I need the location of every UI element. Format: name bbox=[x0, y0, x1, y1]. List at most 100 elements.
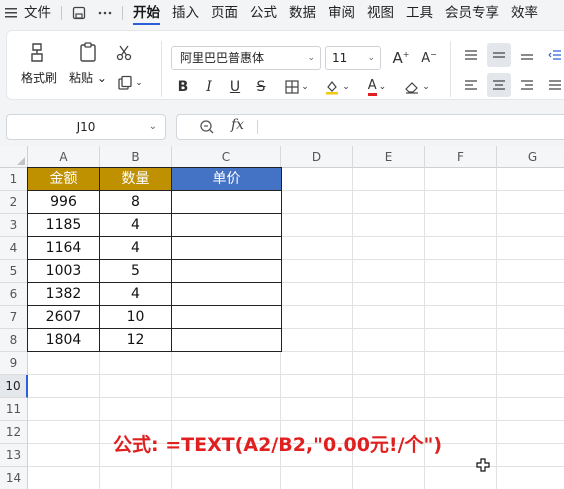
row-header-7[interactable]: 7 bbox=[0, 306, 28, 329]
hamburger-icon[interactable] bbox=[4, 0, 18, 26]
table-cell[interactable]: 2607 bbox=[28, 306, 100, 329]
row-header-11[interactable]: 11 bbox=[0, 398, 28, 421]
table-cell[interactable] bbox=[172, 283, 282, 306]
strikethrough-icon[interactable]: S bbox=[249, 75, 273, 99]
tab-insert[interactable]: 插入 bbox=[166, 0, 205, 26]
tab-efficiency[interactable]: 效率 bbox=[505, 0, 544, 26]
name-box[interactable]: J10 ⌄ bbox=[6, 114, 166, 140]
italic-icon[interactable]: I bbox=[197, 75, 221, 99]
menu-divider bbox=[122, 6, 123, 20]
copy-icon[interactable]: ⌄ bbox=[113, 71, 147, 95]
font-size-select[interactable]: 11 ⌄ bbox=[325, 46, 381, 70]
decrease-font-icon[interactable]: A − bbox=[417, 46, 441, 70]
formula-input[interactable]: fx bbox=[176, 114, 564, 140]
fill-color-icon[interactable]: ⌄ bbox=[321, 75, 353, 99]
table-cell[interactable]: 4 bbox=[100, 283, 172, 306]
select-all-corner[interactable] bbox=[0, 146, 28, 168]
table-cell[interactable]: 1185 bbox=[28, 214, 100, 237]
tab-formula[interactable]: 公式 bbox=[244, 0, 283, 26]
align-left-icon[interactable] bbox=[459, 73, 483, 97]
table-cell[interactable]: 1164 bbox=[28, 237, 100, 260]
row-header-10[interactable]: 10 bbox=[0, 375, 28, 398]
tab-data[interactable]: 数据 bbox=[283, 0, 322, 26]
row-header-4[interactable]: 4 bbox=[0, 237, 28, 260]
paste-text: 粘贴 bbox=[69, 71, 94, 85]
tab-member[interactable]: 会员专享 bbox=[439, 0, 505, 26]
row-header-12[interactable]: 12 bbox=[0, 421, 28, 444]
grid-line bbox=[28, 374, 564, 375]
font-name-select[interactable]: 阿里巴巴普惠体 ⌄ bbox=[171, 46, 321, 70]
tab-tools[interactable]: 工具 bbox=[400, 0, 439, 26]
column-header-c[interactable]: C bbox=[172, 146, 281, 168]
table-cell[interactable] bbox=[172, 306, 282, 329]
paste-label: 粘贴 ⌄ bbox=[69, 71, 107, 85]
row-header-14[interactable]: 14 bbox=[0, 467, 28, 489]
table-cell[interactable] bbox=[172, 237, 282, 260]
row-header-9[interactable]: 9 bbox=[0, 352, 28, 375]
zoom-icon[interactable] bbox=[199, 119, 215, 139]
column-header-g[interactable]: G bbox=[497, 146, 564, 168]
format-painter-button[interactable]: 格式刷 bbox=[21, 41, 57, 86]
save-icon[interactable] bbox=[66, 0, 92, 26]
font-name-value: 阿里巴巴普惠体 bbox=[180, 51, 265, 65]
indent-icon[interactable] bbox=[543, 43, 564, 67]
grid-line bbox=[28, 397, 564, 398]
table-cell[interactable]: 5 bbox=[100, 260, 172, 283]
row-header-5[interactable]: 5 bbox=[0, 260, 28, 283]
table-cell[interactable] bbox=[172, 191, 282, 214]
row-header-13[interactable]: 13 bbox=[0, 444, 28, 467]
table-cell[interactable]: 1003 bbox=[28, 260, 100, 283]
justify-icon[interactable] bbox=[543, 73, 564, 97]
row-header-3[interactable]: 3 bbox=[0, 214, 28, 237]
table-cell[interactable]: 10 bbox=[100, 306, 172, 329]
column-header-a[interactable]: A bbox=[28, 146, 100, 168]
table-cell[interactable]: 1382 bbox=[28, 283, 100, 306]
table-cell[interactable]: 12 bbox=[100, 329, 172, 352]
format-painter-label: 格式刷 bbox=[21, 71, 58, 85]
row-header-1[interactable]: 1 bbox=[0, 168, 28, 191]
fx-icon[interactable]: fx bbox=[231, 117, 244, 133]
table-cell[interactable]: 4 bbox=[100, 237, 172, 260]
column-header-d[interactable]: D bbox=[281, 146, 353, 168]
paste-button[interactable]: 粘贴 ⌄ bbox=[69, 41, 107, 86]
row-header-2[interactable]: 2 bbox=[0, 191, 28, 214]
clipboard-icon bbox=[80, 42, 96, 62]
table-cell[interactable]: 4 bbox=[100, 214, 172, 237]
align-bottom-icon[interactable] bbox=[515, 43, 539, 67]
row-header-6[interactable]: 6 bbox=[0, 283, 28, 306]
table-cell[interactable] bbox=[172, 329, 282, 352]
table-cell[interactable]: 8 bbox=[100, 191, 172, 214]
header-cell-unit-price[interactable]: 单价 bbox=[172, 168, 282, 191]
align-top-icon[interactable] bbox=[459, 43, 483, 67]
header-cell-amount[interactable]: 金额 bbox=[28, 168, 100, 191]
font-size-value: 11 bbox=[332, 51, 348, 65]
tab-review[interactable]: 审阅 bbox=[322, 0, 361, 26]
column-header-f[interactable]: F bbox=[425, 146, 497, 168]
table-cell[interactable] bbox=[172, 214, 282, 237]
cut-icon[interactable] bbox=[112, 41, 136, 65]
align-center-icon[interactable] bbox=[487, 73, 511, 97]
bold-icon[interactable]: B bbox=[171, 75, 195, 99]
border-icon[interactable]: ⌄ bbox=[281, 75, 313, 99]
increase-font-icon[interactable]: A + bbox=[389, 46, 413, 70]
font-color-icon[interactable]: A ⌄ bbox=[361, 75, 393, 99]
tab-view[interactable]: 视图 bbox=[361, 0, 400, 26]
tab-home[interactable]: 开始 bbox=[127, 0, 166, 26]
align-middle-icon[interactable] bbox=[487, 43, 511, 67]
format-painter-icon bbox=[31, 43, 43, 62]
more-icon[interactable] bbox=[92, 0, 118, 26]
eraser-icon[interactable]: ⌄ bbox=[401, 75, 433, 99]
column-header-e[interactable]: E bbox=[353, 146, 425, 168]
align-right-icon[interactable] bbox=[515, 73, 539, 97]
table-cell[interactable]: 996 bbox=[28, 191, 100, 214]
table-cell[interactable] bbox=[172, 260, 282, 283]
underline-icon[interactable]: U bbox=[223, 75, 247, 99]
column-header-b[interactable]: B bbox=[100, 146, 172, 168]
tab-page[interactable]: 页面 bbox=[205, 0, 244, 26]
chevron-down-icon: ⌄ bbox=[148, 121, 157, 132]
table-cell[interactable]: 1804 bbox=[28, 329, 100, 352]
file-menu[interactable]: 文件 bbox=[18, 0, 57, 26]
name-box-value: J10 bbox=[76, 120, 96, 134]
row-header-8[interactable]: 8 bbox=[0, 329, 28, 352]
header-cell-quantity[interactable]: 数量 bbox=[100, 168, 172, 191]
